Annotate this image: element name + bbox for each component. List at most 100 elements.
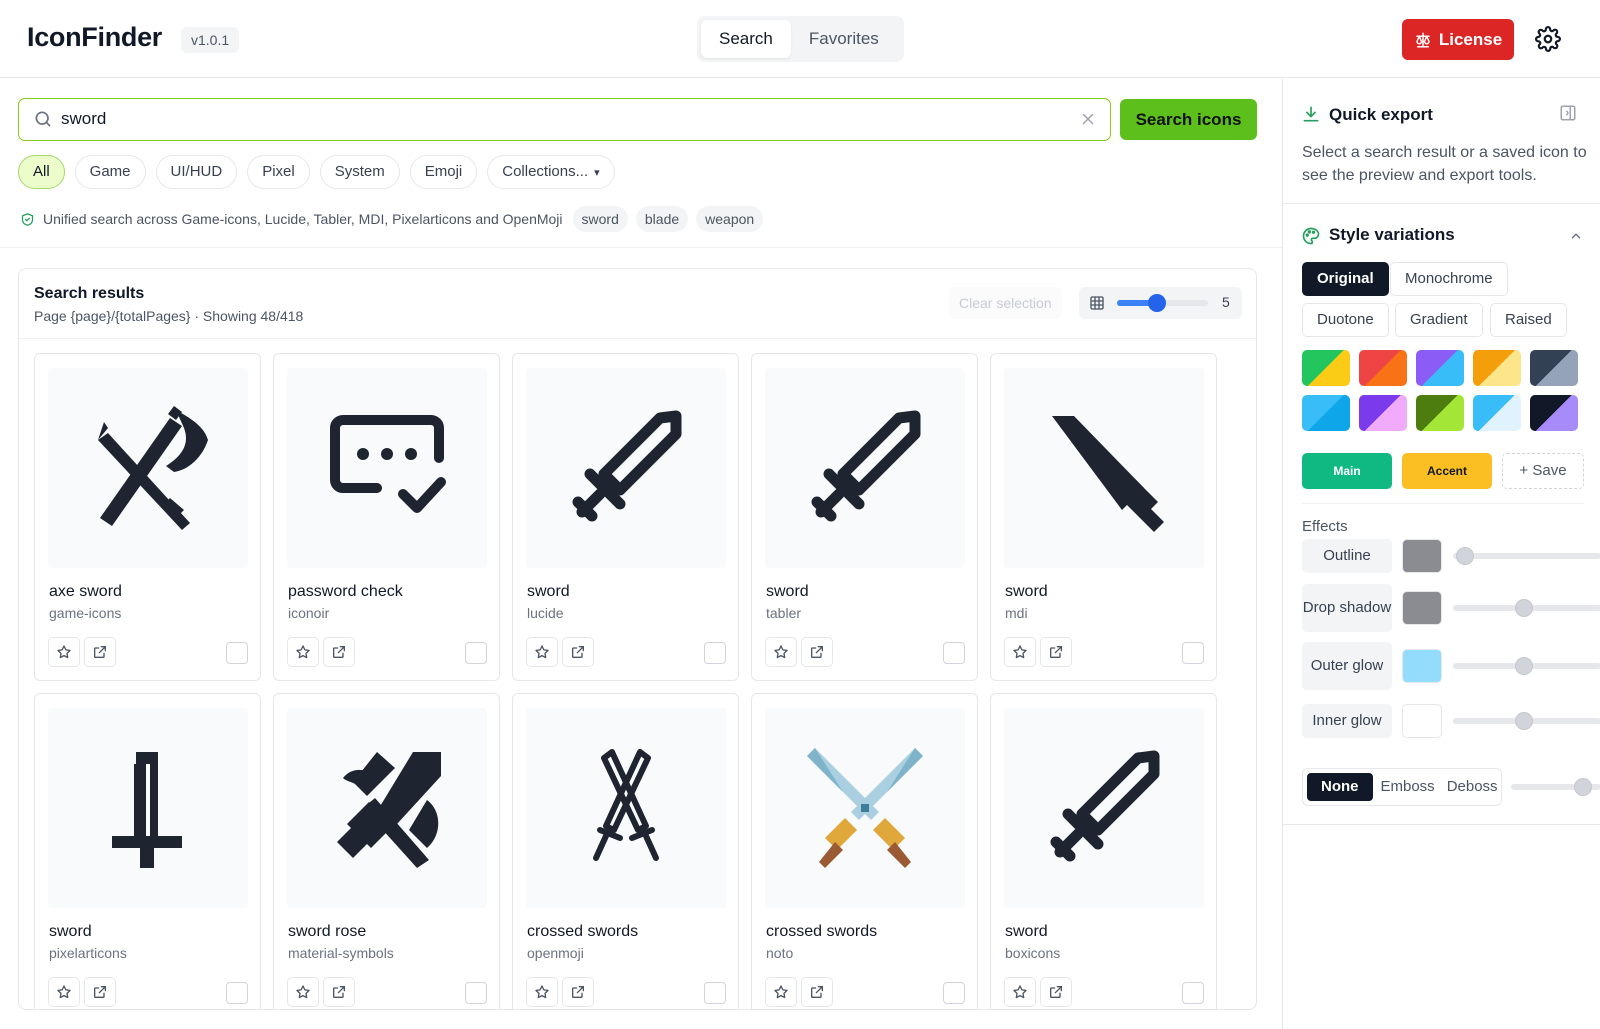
result-thumbnail[interactable] <box>1004 368 1204 568</box>
open-external-button[interactable] <box>801 637 833 667</box>
emboss-slider[interactable] <box>1511 778 1600 796</box>
effect-inner-glow-toggle[interactable]: Inner glow <box>1302 704 1392 738</box>
favorite-button[interactable] <box>1004 637 1036 667</box>
favorite-button[interactable] <box>526 637 558 667</box>
filter-chip-ui-hud[interactable]: UI/HUD <box>155 155 238 189</box>
grid-size-slider-handle[interactable] <box>1148 294 1167 312</box>
open-external-button[interactable] <box>1040 637 1072 667</box>
license-button[interactable]: License <box>1402 19 1514 60</box>
panel-collapse-icon[interactable] <box>1559 104 1577 122</box>
favorite-button[interactable] <box>765 977 797 1007</box>
open-external-button[interactable] <box>323 977 355 1007</box>
result-card[interactable]: crossed swords noto <box>751 693 978 1009</box>
favorite-button[interactable] <box>48 977 80 1007</box>
filter-chip-emoji[interactable]: Emoji <box>409 155 478 189</box>
result-card[interactable]: sword pixelarticons <box>34 693 261 1009</box>
select-checkbox[interactable] <box>704 642 726 664</box>
favorite-button[interactable] <box>526 977 558 1007</box>
select-checkbox[interactable] <box>1182 982 1204 1004</box>
palette-swatch[interactable] <box>1359 395 1407 431</box>
effect-slider-handle[interactable] <box>1455 547 1474 565</box>
palette-swatch[interactable] <box>1302 395 1350 431</box>
style-monochrome-button[interactable]: Monochrome <box>1390 262 1508 296</box>
select-checkbox[interactable] <box>943 982 965 1004</box>
style-original-button[interactable]: Original <box>1302 262 1389 296</box>
result-thumbnail[interactable] <box>48 368 248 568</box>
effect-slider-handle[interactable] <box>1515 657 1534 675</box>
favorite-button[interactable] <box>48 637 80 667</box>
clear-selection-button[interactable]: Clear selection <box>949 287 1062 319</box>
result-thumbnail[interactable] <box>765 368 965 568</box>
select-checkbox[interactable] <box>1182 642 1204 664</box>
result-card[interactable]: sword mdi <box>990 353 1217 681</box>
open-external-button[interactable] <box>562 637 594 667</box>
effect-slider[interactable] <box>1453 657 1600 675</box>
result-thumbnail[interactable] <box>287 368 487 568</box>
palette-swatch[interactable] <box>1530 350 1578 386</box>
search-icons-button[interactable]: Search icons <box>1120 99 1257 140</box>
result-card[interactable]: sword rose material-symbols <box>273 693 500 1009</box>
filter-chip-pixel[interactable]: Pixel <box>247 155 310 189</box>
filter-chip-collections[interactable]: Collections... ▾ <box>487 155 615 189</box>
result-card[interactable]: sword tabler <box>751 353 978 681</box>
palette-swatch[interactable] <box>1530 395 1578 431</box>
tab-favorites[interactable]: Favorites <box>791 20 897 58</box>
select-checkbox[interactable] <box>465 982 487 1004</box>
result-thumbnail[interactable] <box>48 708 248 908</box>
open-external-button[interactable] <box>323 637 355 667</box>
palette-swatch[interactable] <box>1416 395 1464 431</box>
filter-chip-all[interactable]: All <box>18 155 65 189</box>
style-raised-button[interactable]: Raised <box>1490 303 1567 337</box>
search-tag[interactable]: sword <box>572 206 628 232</box>
palette-swatch[interactable] <box>1416 350 1464 386</box>
effect-color-swatch[interactable] <box>1402 539 1442 573</box>
result-card[interactable]: password check iconoir <box>273 353 500 681</box>
accent-color-button[interactable]: Accent <box>1402 453 1492 489</box>
result-thumbnail[interactable] <box>287 708 487 908</box>
result-thumbnail[interactable] <box>765 708 965 908</box>
grid-size-slider[interactable] <box>1117 294 1208 312</box>
effect-color-swatch[interactable] <box>1402 591 1442 625</box>
emboss-option-none[interactable]: None <box>1307 773 1373 801</box>
style-duotone-button[interactable]: Duotone <box>1302 303 1389 337</box>
result-card[interactable]: axe sword game-icons <box>34 353 261 681</box>
open-external-button[interactable] <box>1040 977 1072 1007</box>
effect-slider[interactable] <box>1453 547 1600 565</box>
palette-swatch[interactable] <box>1473 350 1521 386</box>
select-checkbox[interactable] <box>226 642 248 664</box>
effect-drop-shadow-toggle[interactable]: Drop shadow <box>1302 584 1392 632</box>
save-palette-button[interactable]: + Save <box>1502 453 1584 489</box>
chevron-up-icon[interactable] <box>1569 229 1583 243</box>
effect-slider-handle[interactable] <box>1515 599 1534 617</box>
result-card[interactable]: sword lucide <box>512 353 739 681</box>
search-tag[interactable]: weapon <box>696 206 764 232</box>
effect-slider[interactable] <box>1453 712 1600 730</box>
main-color-button[interactable]: Main <box>1302 453 1392 489</box>
clear-search-icon[interactable] <box>1079 110 1097 128</box>
open-external-button[interactable] <box>84 977 116 1007</box>
emboss-slider-handle[interactable] <box>1574 778 1592 796</box>
result-card[interactable]: crossed swords openmoji <box>512 693 739 1009</box>
search-tag[interactable]: blade <box>635 206 689 232</box>
palette-swatch[interactable] <box>1359 350 1407 386</box>
select-checkbox[interactable] <box>704 982 726 1004</box>
result-card[interactable]: sword boxicons <box>990 693 1217 1009</box>
open-external-button[interactable] <box>562 977 594 1007</box>
tab-search[interactable]: Search <box>701 20 791 58</box>
favorite-button[interactable] <box>765 637 797 667</box>
palette-swatch[interactable] <box>1302 350 1350 386</box>
effect-color-swatch[interactable] <box>1402 649 1442 683</box>
palette-swatch[interactable] <box>1473 395 1521 431</box>
result-thumbnail[interactable] <box>526 708 726 908</box>
favorite-button[interactable] <box>1004 977 1036 1007</box>
effect-color-swatch[interactable] <box>1402 704 1442 738</box>
select-checkbox[interactable] <box>465 642 487 664</box>
favorite-button[interactable] <box>287 977 319 1007</box>
effect-slider-handle[interactable] <box>1515 712 1534 730</box>
effect-outline-toggle[interactable]: Outline <box>1302 539 1392 573</box>
emboss-option-emboss[interactable]: Emboss <box>1377 773 1439 801</box>
settings-gear-icon[interactable] <box>1535 26 1561 52</box>
search-input[interactable] <box>61 105 1051 133</box>
effect-outer-glow-toggle[interactable]: Outer glow <box>1302 642 1392 690</box>
favorite-button[interactable] <box>287 637 319 667</box>
